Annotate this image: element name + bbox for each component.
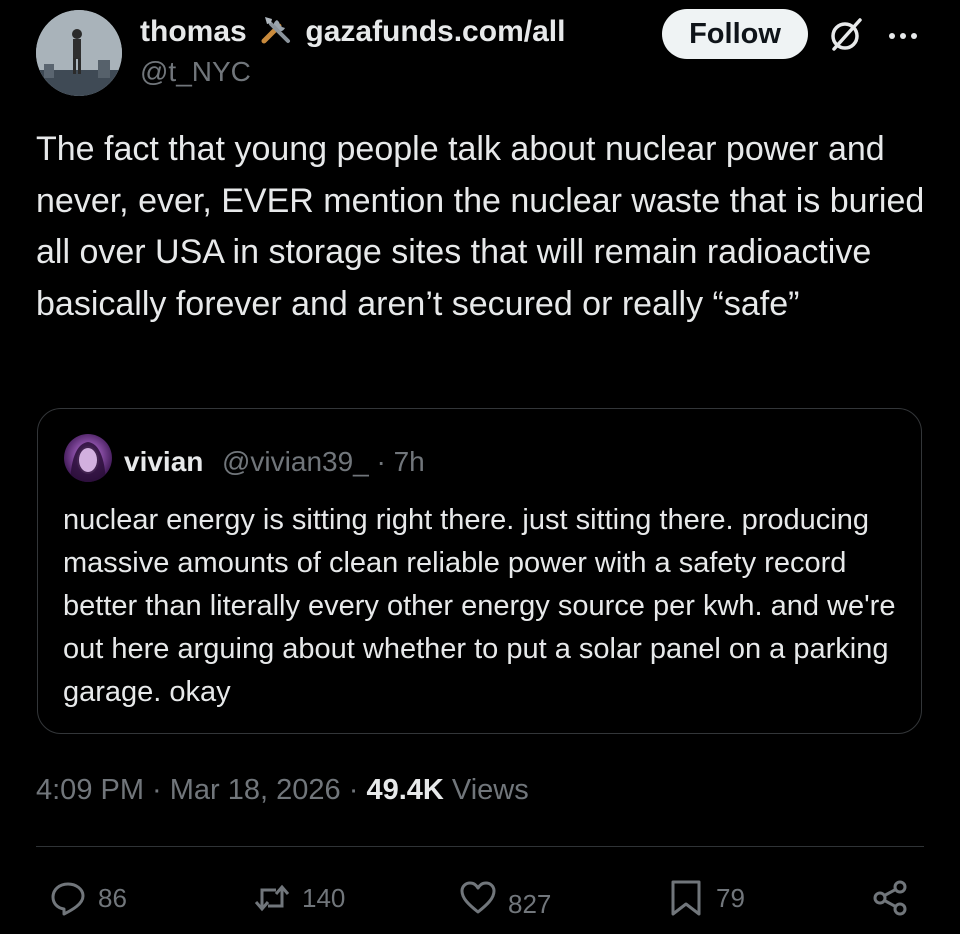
tweet-timestamp[interactable]: 4:09 PM · Mar 18, 2026 ·: [36, 774, 366, 806]
divider: [36, 846, 924, 847]
reply-icon: [51, 882, 85, 916]
bookmark-count: 79: [716, 882, 745, 913]
more-icon[interactable]: [880, 14, 926, 54]
author-handle[interactable]: @t_NYC: [140, 56, 251, 88]
author-display-name: thomas: [140, 15, 247, 48]
follow-button[interactable]: Follow: [662, 9, 808, 59]
quoted-author-name[interactable]: vivian: [124, 446, 203, 478]
views-count: 49.4K: [366, 774, 444, 806]
grok-icon[interactable]: [826, 14, 866, 54]
author-avatar[interactable]: [36, 10, 122, 96]
share-button[interactable]: [870, 876, 910, 920]
share-icon: [873, 880, 907, 916]
tweet-text: The fact that young people talk about nu…: [36, 130, 925, 323]
quoted-author-avatar[interactable]: [64, 434, 112, 482]
quoted-author-handle-time: @vivian39_ · 7h: [222, 446, 425, 477]
quoted-tweet-text: nuclear energy is sitting right there. j…: [63, 504, 896, 708]
tools-icon: [259, 12, 293, 54]
views-label: Views: [443, 774, 529, 806]
repost-count: 140: [302, 882, 346, 913]
reply-button[interactable]: 86: [48, 876, 127, 920]
author-name[interactable]: thomas gazafunds.com/all: [140, 12, 565, 54]
reply-count: 86: [98, 882, 127, 913]
like-icon: [460, 881, 496, 914]
tweet-meta: 4:09 PM · Mar 18, 2026 · 49.4K Views: [36, 774, 529, 807]
author-name-suffix: gazafunds.com/all: [305, 15, 566, 48]
like-button[interactable]: 827: [458, 876, 551, 920]
repost-icon: [254, 884, 290, 912]
bookmark-icon: [671, 880, 701, 916]
repost-button[interactable]: 140: [252, 876, 345, 920]
bookmark-button[interactable]: 79: [666, 876, 745, 920]
like-count: 827: [508, 888, 552, 919]
